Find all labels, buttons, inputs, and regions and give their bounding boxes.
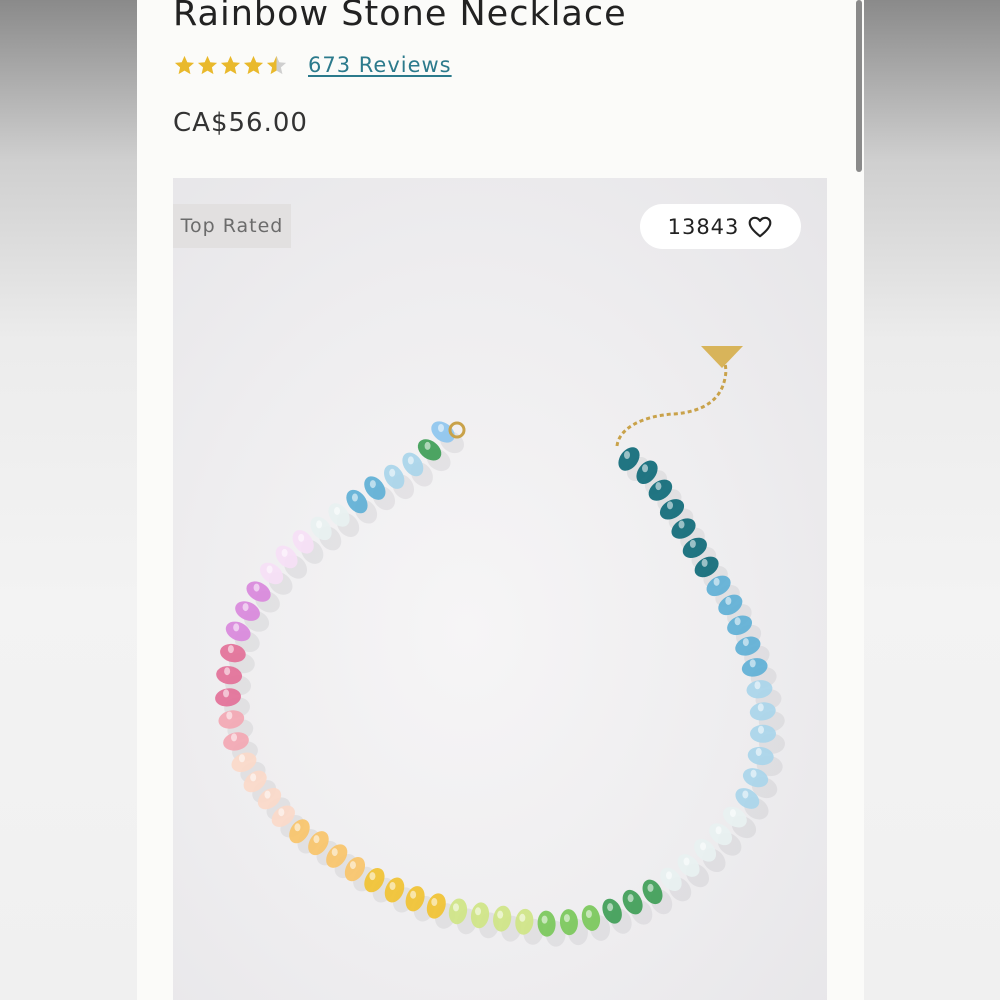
star-icon xyxy=(197,55,218,74)
product-price: CA$56.00 xyxy=(173,108,308,138)
scrollbar[interactable] xyxy=(856,0,862,172)
bead xyxy=(750,724,776,743)
favorites-count: 13843 xyxy=(667,214,740,239)
rating-row: 673 Reviews xyxy=(173,53,452,77)
product-image[interactable]: Top Rated 13843 xyxy=(173,178,827,1000)
extender-chain xyxy=(615,355,728,447)
product-title: Rainbow Stone Necklace xyxy=(173,0,627,34)
star-icon xyxy=(266,55,287,74)
top-rated-badge: Top Rated xyxy=(173,204,291,248)
favorite-button[interactable]: 13843 xyxy=(640,204,801,249)
reviews-link[interactable]: 673 Reviews xyxy=(308,53,452,77)
star-icon xyxy=(243,55,264,74)
product-page: Rainbow Stone Necklace 673 Reviews CA$56… xyxy=(137,0,864,1000)
star-rating xyxy=(173,54,288,77)
triangle-charm xyxy=(701,346,743,368)
necklace-photo xyxy=(215,346,785,947)
star-icon xyxy=(220,55,241,74)
star-icon xyxy=(174,55,195,74)
heart-outline-icon xyxy=(749,216,772,237)
